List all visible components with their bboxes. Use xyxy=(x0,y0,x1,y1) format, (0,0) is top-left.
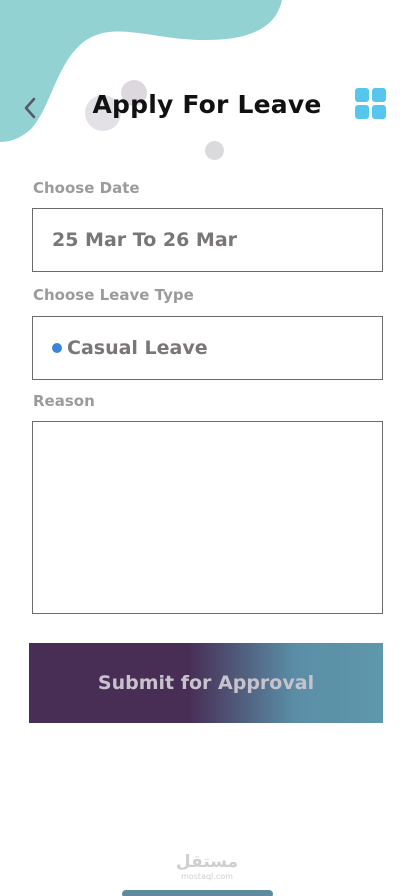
submit-button-label: Submit for Approval xyxy=(97,672,315,694)
reason-field-box xyxy=(32,421,383,614)
reason-label: Reason xyxy=(33,392,95,410)
decorative-bubble xyxy=(205,141,224,160)
leave-type-select[interactable]: Casual Leave xyxy=(32,316,383,380)
leave-type-dot-icon xyxy=(52,343,62,353)
page-title: Apply For Leave xyxy=(92,90,322,119)
grid-menu-button[interactable] xyxy=(353,86,389,122)
watermark-subtext: mostaql.com xyxy=(181,872,233,881)
header-blob-shape xyxy=(0,0,282,142)
leave-type-label: Choose Leave Type xyxy=(33,286,194,304)
watermark-logo: مستقل mostaql.com xyxy=(0,852,414,882)
home-indicator-bar[interactable] xyxy=(122,890,273,896)
date-range-field[interactable]: 25 Mar To 26 Mar xyxy=(32,208,383,272)
reason-textarea[interactable] xyxy=(33,422,382,613)
leave-type-value: Casual Leave xyxy=(67,337,208,359)
submit-for-approval-button[interactable]: Submit for Approval xyxy=(29,643,383,723)
watermark-text: مستقل xyxy=(175,852,239,872)
choose-date-label: Choose Date xyxy=(33,179,140,197)
date-range-value: 25 Mar To 26 Mar xyxy=(52,229,238,251)
